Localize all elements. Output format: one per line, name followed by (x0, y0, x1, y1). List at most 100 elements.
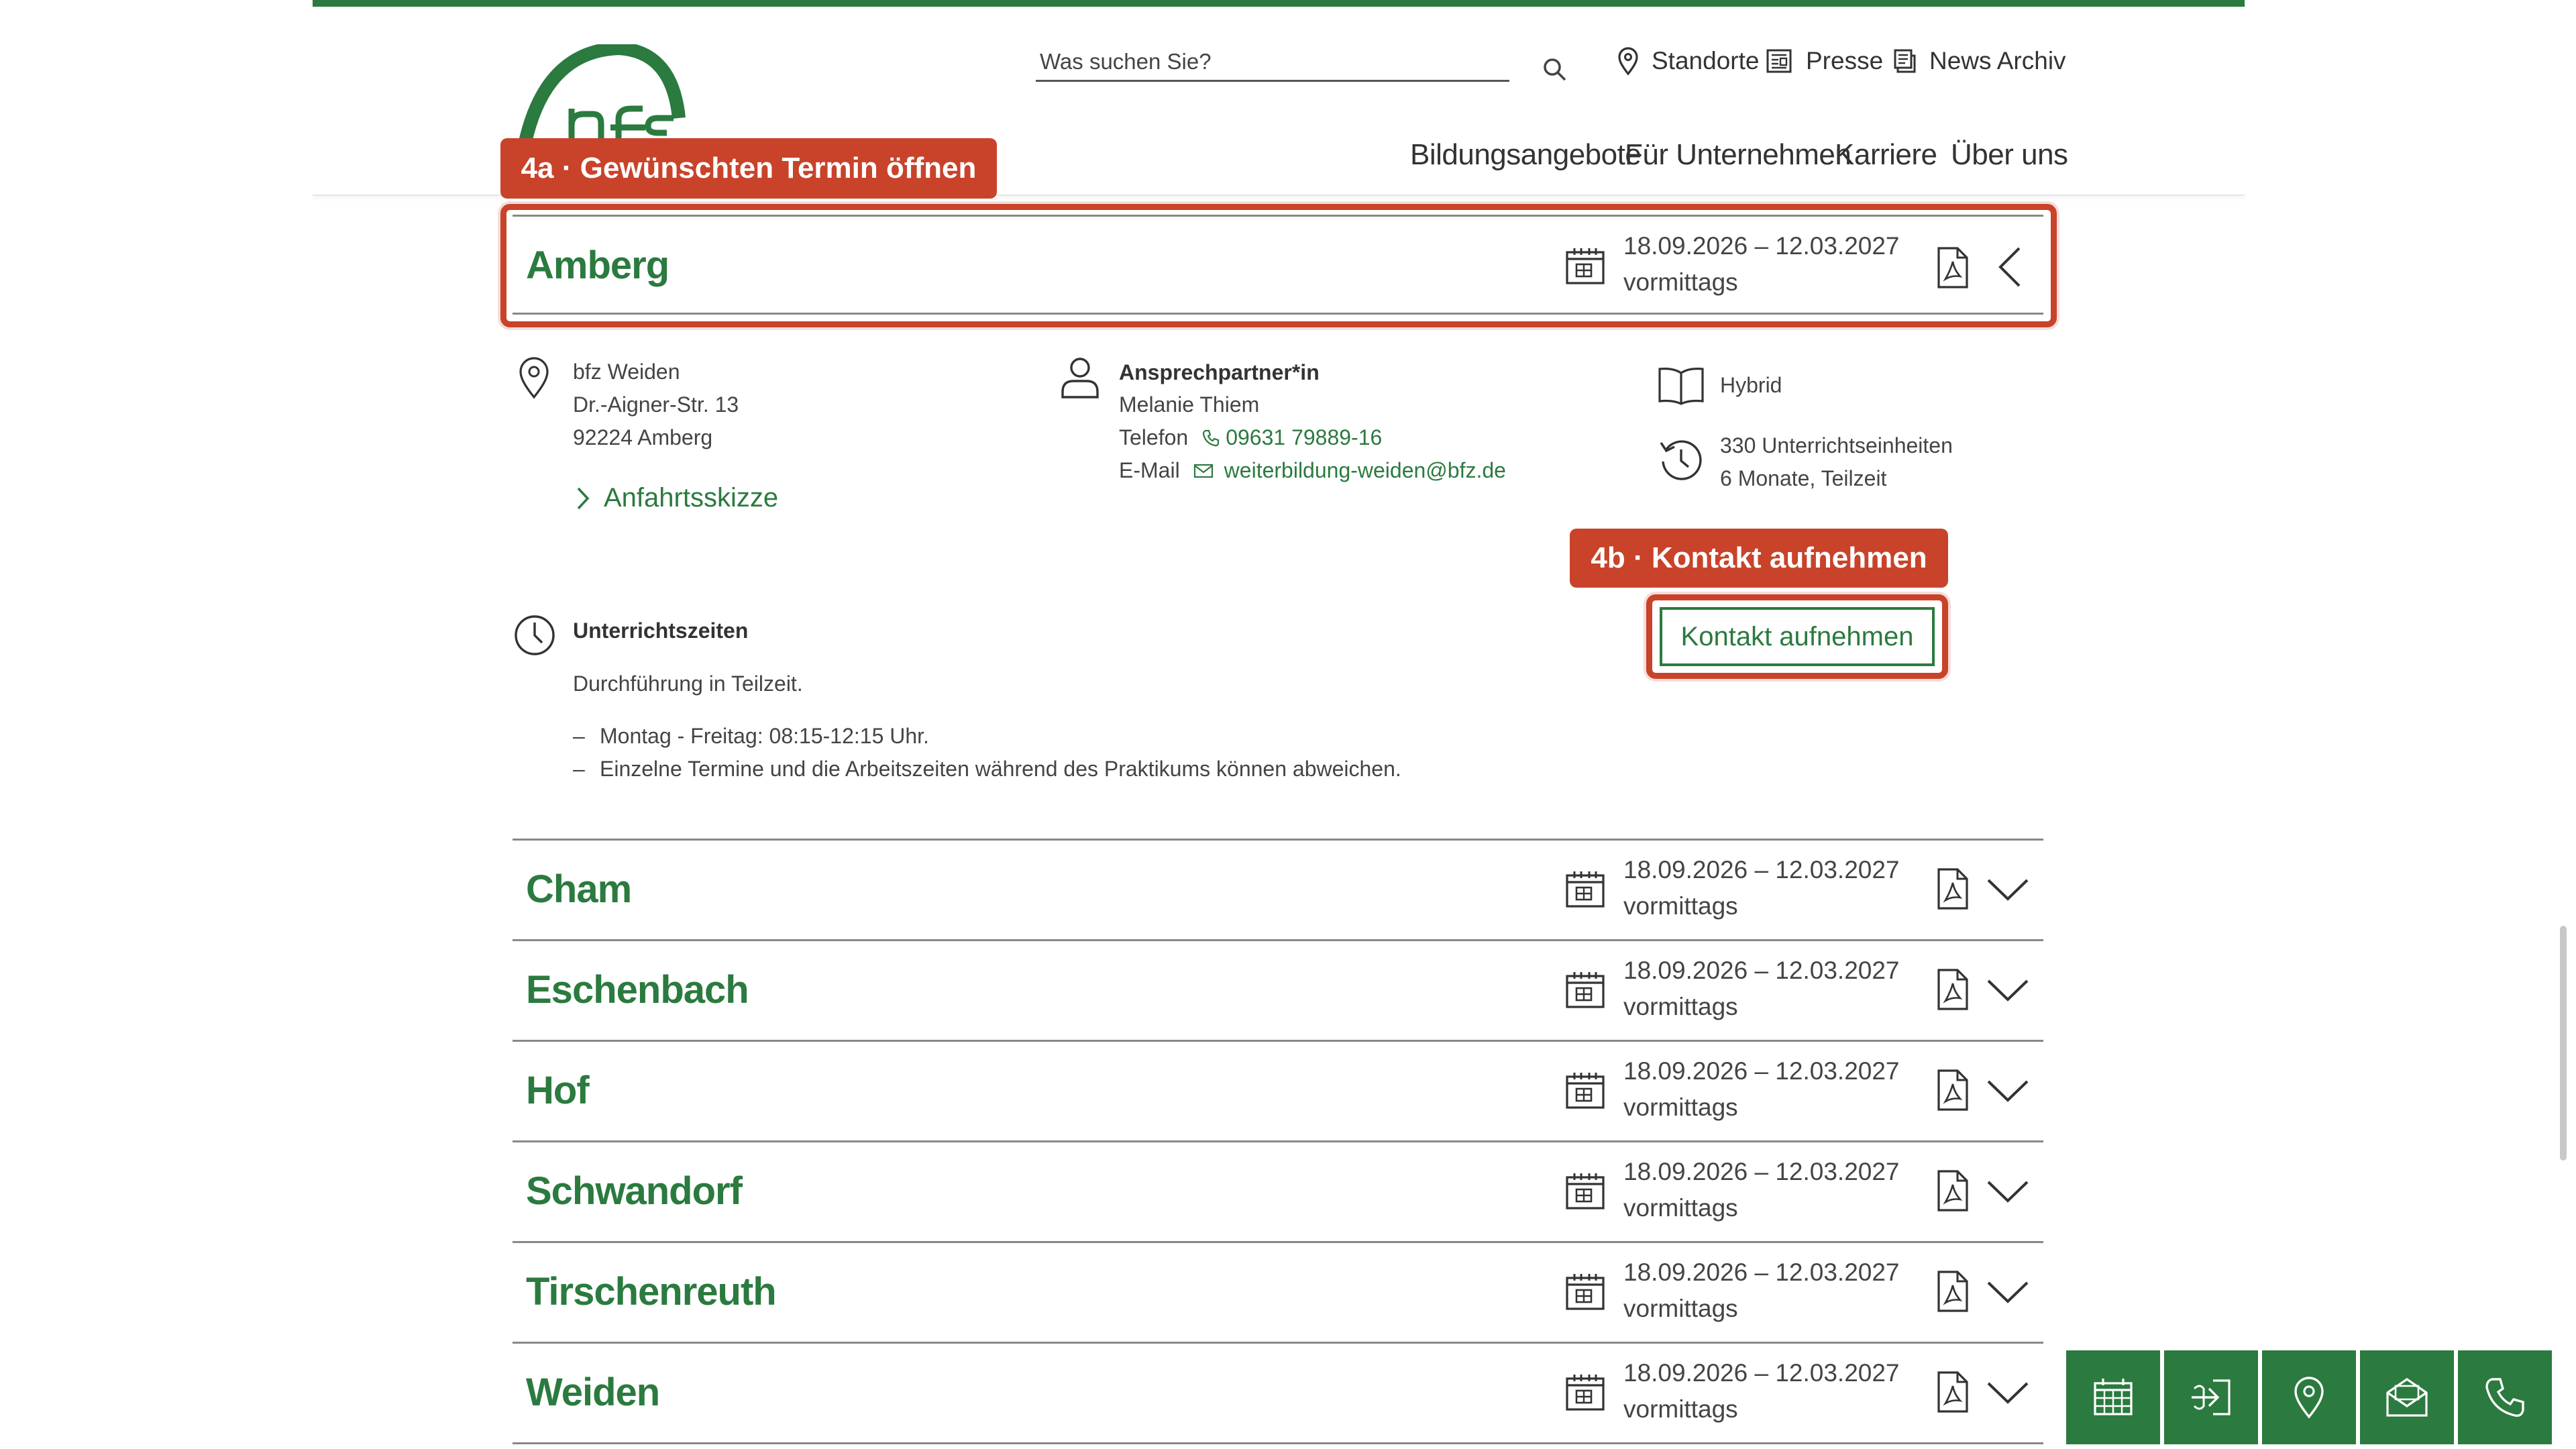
date-range: 18.09.2026 – 12.03.2027 (1623, 1158, 1900, 1185)
location-title: Schwandorf (526, 1169, 743, 1213)
calendar-icon (2091, 1375, 2135, 1419)
list-bullet: – (573, 724, 585, 748)
email-label: E-Mail (1119, 458, 1180, 482)
contact-name: Melanie Thiem (1119, 392, 1260, 417)
pdf-icon[interactable] (1936, 867, 1970, 911)
location-title: Tirschenreuth (526, 1270, 777, 1313)
mail-icon (2383, 1375, 2430, 1419)
chevron-right-icon (576, 486, 590, 511)
utility-nav-presse[interactable]: Presse (1764, 47, 1883, 75)
search-underline (1036, 80, 1509, 82)
schedule-item-text: Montag - Freitag: 08:15-12:15 Uhr. (600, 724, 929, 748)
email-link[interactable]: weiterbildung-weiden@bfz.de (1224, 454, 1506, 487)
time-of-day: vormittags (1623, 993, 1738, 1020)
chevron-down-icon[interactable] (1986, 977, 2030, 1004)
search-icon[interactable] (1542, 56, 1568, 83)
calendar-icon (1564, 1171, 1606, 1212)
contact-phone-row: Telefon 09631 79889-16 (1119, 421, 1382, 454)
pdf-icon[interactable] (1936, 1068, 1970, 1112)
location-title: Eschenbach (526, 968, 749, 1012)
annotation-label-4b: 4b · Kontakt aufnehmen (1570, 529, 1948, 588)
phone-label: Telefon (1119, 425, 1189, 449)
utility-nav-news-archiv[interactable]: News Archiv (1892, 47, 2066, 75)
directions-link-label: Anfahrtsskizze (604, 483, 779, 513)
chevron-down-icon[interactable] (1986, 1178, 2030, 1205)
search-input[interactable] (1036, 43, 1509, 80)
schedule-intro: Durchführung in Teilzeit. (573, 672, 803, 696)
accordion-divider (513, 1442, 2043, 1444)
time-of-day: vormittags (1623, 892, 1738, 920)
time-of-day: vormittags (1623, 1395, 1738, 1423)
chevron-down-icon[interactable] (1986, 876, 2030, 903)
main-nav-bildungsangebote[interactable]: Bildungsangebote (1410, 138, 1642, 172)
calendar-icon (1564, 869, 1606, 910)
clock-icon (513, 613, 557, 657)
location-title: Hof (526, 1069, 590, 1112)
history-icon (1657, 436, 1704, 483)
contact-heading: Ansprechpartner*in (1119, 360, 1320, 384)
date-range: 18.09.2026 – 12.03.2027 (1623, 957, 1900, 984)
calendar-icon (1564, 969, 1606, 1011)
chevron-down-icon[interactable] (1986, 1379, 2030, 1406)
duration-units: 330 Unterrichtseinheiten (1720, 433, 1953, 458)
time-of-day: vormittags (1623, 1295, 1738, 1322)
quick-action-mail[interactable] (2360, 1350, 2454, 1444)
utility-nav-label: News Archiv (1929, 47, 2066, 74)
time-of-day: vormittags (1623, 1194, 1738, 1222)
time-of-day: vormittags (1623, 1093, 1738, 1121)
annotation-label-4a: 4a · Gewünschten Termin öffnen (500, 138, 997, 199)
directions-link[interactable]: Anfahrtsskizze (576, 483, 778, 513)
duration-time: 6 Monate, Teilzeit (1720, 466, 1887, 490)
location-pin-icon (2292, 1375, 2326, 1419)
main-nav-fuer-unternehmen[interactable]: Für Unternehmen (1625, 138, 1851, 172)
pdf-icon[interactable] (1936, 1169, 1970, 1213)
schedule-heading: Unterrichtszeiten (573, 619, 749, 643)
chevron-down-icon[interactable] (1986, 1279, 2030, 1305)
utility-nav-label: Standorte (1652, 47, 1760, 74)
newspaper-icon (1764, 48, 1794, 74)
quick-action-location[interactable] (2262, 1350, 2356, 1444)
quick-action-login[interactable] (2164, 1350, 2258, 1444)
login-icon (2188, 1377, 2235, 1418)
quick-action-calendar[interactable] (2066, 1350, 2160, 1444)
schedule-item-text: Einzelne Termine und die Arbeitszeiten w… (600, 757, 1401, 781)
calendar-icon (1564, 1271, 1606, 1313)
bfz-logo[interactable] (518, 44, 692, 145)
list-bullet: – (573, 757, 585, 781)
mail-icon (1193, 464, 1214, 478)
date-range: 18.09.2026 – 12.03.2027 (1623, 1057, 1900, 1085)
pdf-icon[interactable] (1936, 1269, 1970, 1313)
calendar-icon (1564, 1372, 1606, 1413)
quick-action-phone[interactable] (2458, 1350, 2552, 1444)
main-nav-ueber-uns[interactable]: Über uns (1951, 138, 2068, 172)
chevron-down-icon[interactable] (1986, 1077, 2030, 1104)
utility-nav-standorte[interactable]: Standorte (1617, 47, 1759, 75)
utility-nav-label: Presse (1806, 47, 1884, 74)
date-range: 18.09.2026 – 12.03.2027 (1623, 1359, 1900, 1387)
address-name: bfz Weiden (573, 360, 680, 384)
schedule-item: – Einzelne Termine und die Arbeitszeiten… (573, 753, 1401, 786)
schedule-item: – Montag - Freitag: 08:15-12:15 Uhr. (573, 720, 929, 753)
calendar-icon (1564, 1070, 1606, 1112)
location-title: Weiden (526, 1371, 660, 1414)
book-icon (1657, 364, 1705, 405)
address-street: Dr.-Aigner-Str. 13 (573, 392, 739, 417)
phone-icon (2483, 1375, 2527, 1419)
date-range: 18.09.2026 – 12.03.2027 (1623, 856, 1900, 883)
contact-email-row: E-Mail weiterbildung-weiden@bfz.de (1119, 454, 1506, 487)
main-nav-karriere[interactable]: Karriere (1835, 138, 1937, 172)
pdf-icon[interactable] (1936, 967, 1970, 1012)
page-scrollbar[interactable] (2560, 926, 2567, 1161)
date-range: 18.09.2026 – 12.03.2027 (1623, 1258, 1900, 1286)
pdf-icon[interactable] (1936, 1370, 1970, 1414)
user-icon (1059, 356, 1102, 400)
header-top-bar (313, 0, 2245, 7)
phone-icon (1201, 429, 1220, 447)
location-title: Cham (526, 867, 632, 911)
location-pin-icon (517, 356, 551, 400)
location-pin-icon (1617, 47, 1640, 75)
phone-link[interactable]: 09631 79889-16 (1226, 421, 1382, 454)
contact-button[interactable]: Kontakt aufnehmen (1660, 607, 1935, 666)
address-city: 92224 Amberg (573, 425, 713, 449)
news-archive-icon (1892, 48, 1917, 74)
